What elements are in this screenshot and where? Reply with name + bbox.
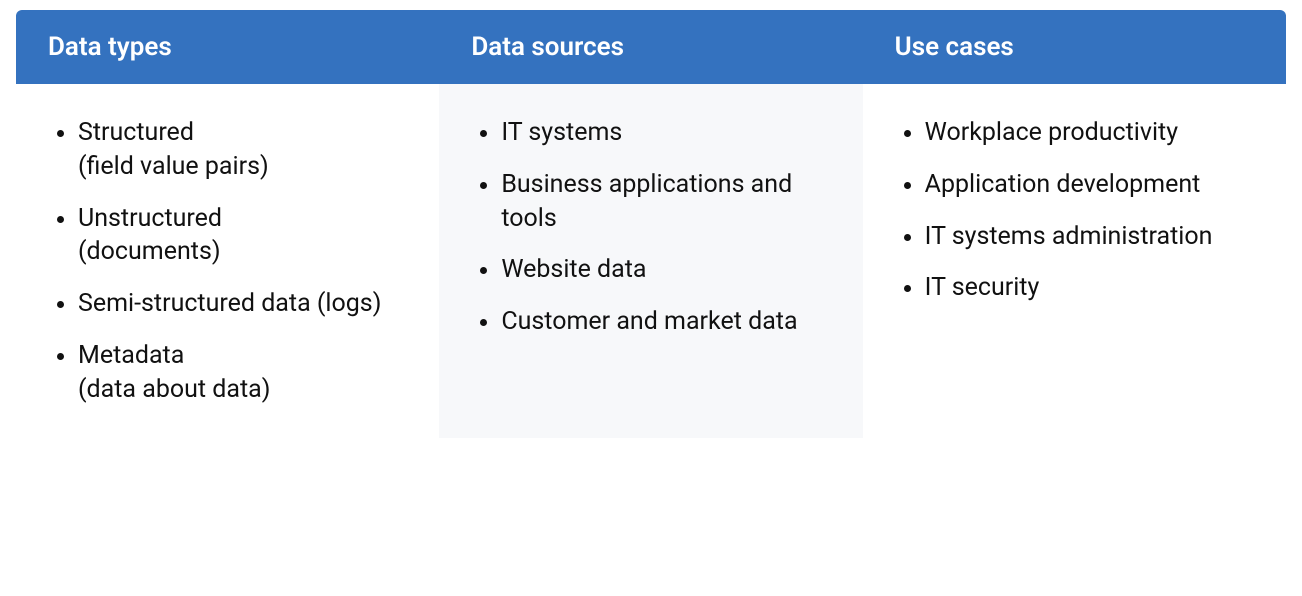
column-body-data-sources: IT systems Business applications and too…: [439, 84, 862, 438]
list-item-text: Structured: [78, 118, 194, 147]
list-use-cases: Workplace productivity Application devel…: [899, 116, 1250, 305]
list-item: IT systems: [501, 116, 826, 150]
column-header-data-types: Data types: [16, 10, 439, 84]
list-item-text: Business applications and tools: [501, 170, 792, 233]
list-item: IT security: [925, 271, 1250, 305]
list-item-text: Workplace productivity: [925, 118, 1178, 147]
list-item: Unstructured (documents): [78, 202, 403, 270]
list-item-text: Semi-structured data (logs): [78, 289, 381, 318]
list-item-text: IT security: [925, 273, 1040, 302]
list-item: Website data: [501, 253, 826, 287]
list-item-paren: (documents): [78, 235, 403, 269]
table-header-row: Data types Data sources Use cases: [16, 10, 1286, 84]
column-header-data-sources: Data sources: [439, 10, 862, 84]
list-item-text: Website data: [501, 255, 646, 284]
column-body-use-cases: Workplace productivity Application devel…: [863, 84, 1286, 438]
list-item: Semi-structured data (logs): [78, 287, 403, 321]
table-body-row: Structured (field value pairs) Unstructu…: [16, 84, 1286, 438]
list-item-paren: (data about data): [78, 373, 403, 407]
data-table: Data types Data sources Use cases Struct…: [16, 10, 1286, 438]
column-body-data-types: Structured (field value pairs) Unstructu…: [16, 84, 439, 438]
list-item: Customer and market data: [501, 305, 826, 339]
list-item: Metadata (data about data): [78, 339, 403, 407]
list-item: Workplace productivity: [925, 116, 1250, 150]
list-item-text: IT systems administration: [925, 222, 1213, 251]
list-data-types: Structured (field value pairs) Unstructu…: [52, 116, 403, 406]
list-data-sources: IT systems Business applications and too…: [475, 116, 826, 339]
list-item-text: Application development: [925, 170, 1201, 199]
list-item-paren: (field value pairs): [78, 150, 403, 184]
list-item: Business applications and tools: [501, 168, 826, 236]
column-header-use-cases: Use cases: [863, 10, 1286, 84]
list-item-text: IT systems: [501, 118, 622, 147]
list-item-text: Unstructured: [78, 204, 222, 233]
list-item: IT systems administration: [925, 220, 1250, 254]
list-item: Application development: [925, 168, 1250, 202]
list-item-text: Metadata: [78, 341, 184, 370]
list-item: Structured (field value pairs): [78, 116, 403, 184]
list-item-text: Customer and market data: [501, 307, 797, 336]
